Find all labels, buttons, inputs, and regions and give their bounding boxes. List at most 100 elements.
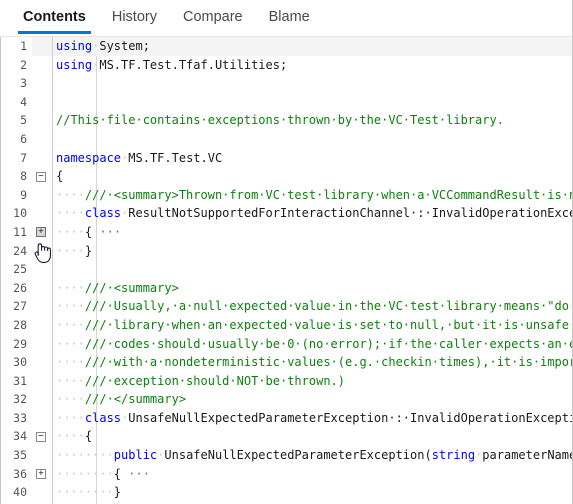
code-line[interactable]: 30 ····///·with·a·nondeterministic·values… [0, 353, 572, 372]
code-line[interactable]: 40 ········} [0, 483, 572, 502]
code-text [52, 129, 572, 149]
line-number: 30 [0, 353, 32, 372]
code-line[interactable]: 5 //This·file·contains·exceptions·thrown… [0, 111, 572, 130]
code-line[interactable]: 36 + ········{ ··· [0, 464, 572, 484]
code-line[interactable]: 31 ····///·exception·should·NOT·be·thrown… [0, 371, 572, 391]
code-text: ····///·exception·should·NOT·be·thrown.) [52, 371, 572, 391]
code-line[interactable]: 34− ····{ [0, 427, 572, 447]
line-number: 29 [0, 334, 32, 354]
fold-margin [32, 446, 52, 465]
tab-blame[interactable]: Blame [256, 0, 323, 30]
code-line[interactable]: 1 using·System; [0, 37, 572, 56]
fold-margin [32, 409, 52, 428]
fold-margin: − [32, 427, 52, 446]
line-number: 31 [0, 371, 32, 391]
code-text: ········} [52, 483, 572, 502]
fold-collapse-icon[interactable]: − [36, 431, 46, 442]
code-line[interactable]: 3 [0, 74, 572, 93]
code-text: ····{ ··· [52, 222, 572, 242]
code-line[interactable]: 29 ····///·codes·should·usually·be·0·(no·… [0, 334, 572, 354]
code-text: ········{ ··· [52, 464, 572, 484]
line-number: 6 [0, 129, 32, 149]
fold-margin [32, 390, 52, 409]
fold-margin [32, 260, 52, 279]
line-number: 28 [0, 315, 32, 335]
fold-margin [32, 204, 52, 223]
fold-margin: + [32, 223, 52, 242]
fold-margin [32, 483, 52, 502]
code-line[interactable]: 10 ····class·ResultNotSupportedForInterac… [0, 204, 572, 223]
fold-margin [32, 372, 52, 391]
code-line[interactable]: 26 ····///·<summary> [0, 278, 572, 298]
code-text: { [52, 167, 572, 186]
code-text: namespace·MS.TF.Test.VC [52, 148, 572, 168]
fold-margin [32, 111, 52, 130]
code-line[interactable]: 8− { [0, 167, 572, 186]
line-number: 8 [0, 167, 32, 186]
fold-expand-icon[interactable]: + [36, 227, 46, 238]
line-number: 5 [0, 111, 32, 130]
line-number: 3 [0, 74, 32, 93]
code-lines-container: 1 using·System; 2 using·MS.TF.Test.Tfaf.U… [0, 37, 572, 504]
code-text [52, 92, 572, 112]
fold-margin [32, 130, 52, 149]
fold-margin [32, 56, 52, 75]
fold-collapse-icon[interactable]: − [36, 171, 46, 182]
code-line[interactable]: 33 ····class·UnsafeNullExpectedParameterE… [0, 408, 572, 428]
code-text: ····class·ResultNotSupportedForInteracti… [52, 204, 572, 223]
fold-expand-icon[interactable]: + [36, 469, 46, 480]
code-line[interactable]: 27 ····///·Usually,·a·null·expected·value… [0, 297, 572, 316]
code-text: ····///·</summary> [52, 390, 572, 409]
view-tab-bar: Contents History Compare Blame [0, 0, 572, 36]
code-editor-pane[interactable]: 1 using·System; 2 using·MS.TF.Test.Tfaf.U… [0, 36, 572, 504]
code-text: ····{ [52, 427, 572, 447]
fold-margin [32, 149, 52, 168]
code-text: ····} [52, 241, 572, 261]
fold-margin [32, 279, 52, 298]
code-text: ········public·UnsafeNullExpectedParamet… [52, 446, 572, 465]
line-number: 11 [0, 222, 32, 242]
line-number: 25 [0, 260, 32, 279]
code-line[interactable]: 7 namespace·MS.TF.Test.VC [0, 148, 572, 168]
code-line[interactable]: 9 ····///·<summary>Thrown·from·VC·test·li… [0, 185, 572, 205]
line-number: 34 [0, 427, 32, 447]
code-text: ····///·codes·should·usually·be·0·(no·er… [52, 334, 572, 354]
line-number: 26 [0, 278, 32, 298]
line-number: 4 [0, 92, 32, 112]
code-line[interactable]: 32 ····///·</summary> [0, 390, 572, 409]
tab-contents[interactable]: Contents [10, 0, 99, 34]
fold-margin [32, 37, 52, 56]
fold-margin [32, 297, 52, 316]
line-number: 1 [0, 37, 32, 56]
code-line[interactable]: 11 + ····{ ··· [0, 222, 572, 242]
code-line[interactable]: 25 [0, 260, 572, 279]
code-text [52, 260, 572, 279]
code-line[interactable]: 6 [0, 129, 572, 149]
code-line[interactable]: 24 ····} [0, 241, 572, 261]
code-line[interactable]: 35 ········public·UnsafeNullExpectedParam… [0, 446, 572, 465]
line-number: 2 [0, 55, 32, 75]
fold-margin [32, 74, 52, 93]
code-text [52, 74, 572, 93]
fold-margin: − [32, 167, 52, 186]
code-text: ····///·<summary>Thrown·from·VC·test·lib… [52, 185, 572, 205]
code-text: ····///·library·when·an·expected·value·i… [52, 315, 572, 335]
line-number: 9 [0, 185, 32, 205]
line-number: 32 [0, 390, 32, 409]
fold-margin [32, 242, 52, 261]
line-number: 10 [0, 204, 32, 223]
line-number: 35 [0, 446, 32, 465]
code-line[interactable]: 4 [0, 92, 572, 112]
code-text: ····///·with·a·nondeterministic·values·(… [52, 353, 572, 372]
code-line[interactable]: 2 using·MS.TF.Test.Tfaf.Utilities; [0, 55, 572, 75]
code-viewer-window: Contents History Compare Blame 1 using·Syst… [0, 0, 573, 504]
fold-margin [32, 186, 52, 205]
fold-margin [32, 335, 52, 354]
tab-compare[interactable]: Compare [170, 0, 256, 30]
code-line[interactable]: 28 ····///·library·when·an·expected·value… [0, 315, 572, 335]
line-number: 36 [0, 464, 32, 484]
line-number: 24 [0, 241, 32, 261]
tab-history[interactable]: History [99, 0, 170, 30]
line-number: 7 [0, 148, 32, 168]
fold-margin: + [32, 465, 52, 484]
